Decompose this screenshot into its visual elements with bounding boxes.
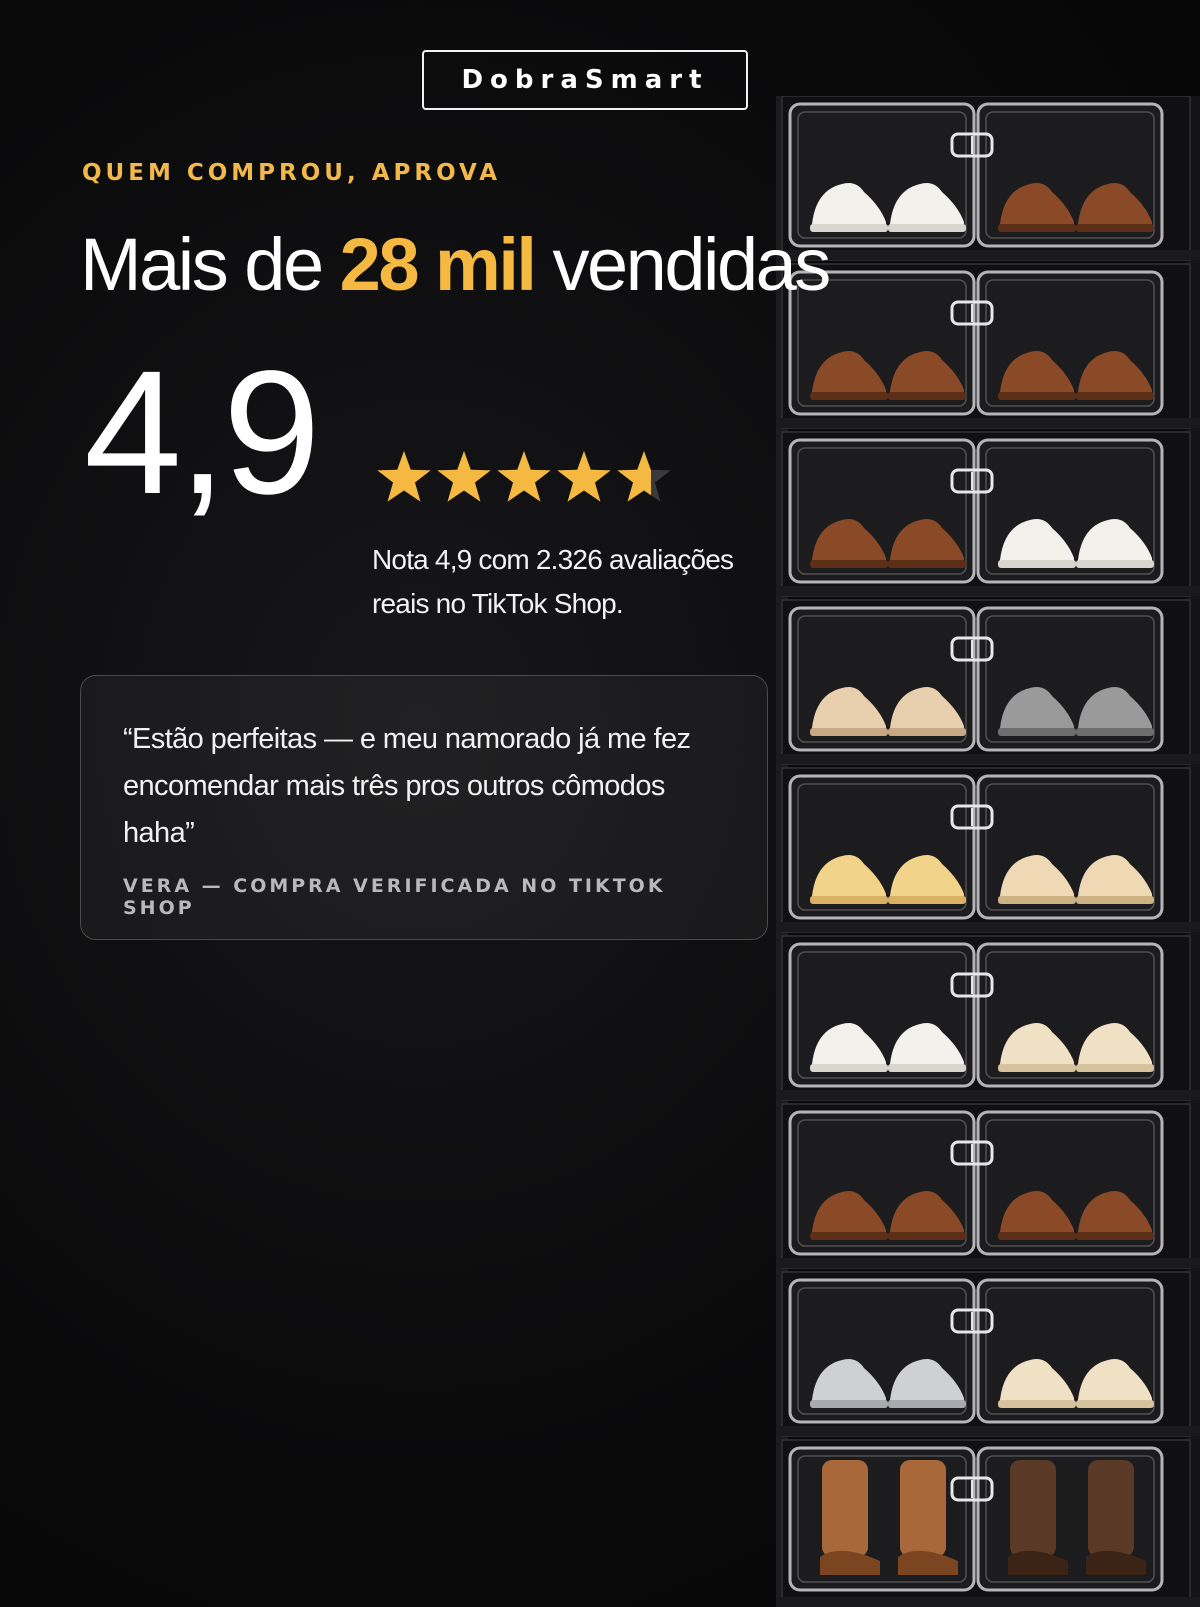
star-icon bbox=[617, 451, 671, 502]
rating-note-line2: reais no TikTok Shop. bbox=[372, 588, 624, 619]
rating-note: Nota 4,9 com 2.326 avaliações reais no T… bbox=[372, 538, 792, 626]
shoe-cabinet-image bbox=[776, 96, 1200, 1607]
rating-value: 4,9 bbox=[84, 335, 321, 531]
cabinet-row bbox=[776, 1103, 1200, 1269]
headline-prefix: Mais de bbox=[80, 223, 324, 306]
headline: Mais de 28 mil vendidas bbox=[80, 222, 832, 307]
star-icon bbox=[557, 451, 611, 502]
rating-stars bbox=[375, 448, 675, 508]
testimonial-quote: “Estão perfeitas — e meu namorado já me … bbox=[123, 723, 691, 849]
star-icon bbox=[437, 451, 491, 502]
headline-highlight: 28 mil bbox=[339, 223, 537, 306]
shoe-cabinet-illustration bbox=[776, 96, 1200, 1607]
testimonial-card: “Estão perfeitas — e meu namorado já me … bbox=[80, 675, 768, 940]
star-icon bbox=[497, 451, 551, 502]
cabinet-row bbox=[776, 599, 1200, 765]
cabinet-row bbox=[776, 1271, 1200, 1437]
brand-logo: DobraSmart bbox=[422, 50, 748, 110]
cabinet-row bbox=[776, 767, 1200, 933]
testimonial-author: VERA — COMPRA VERIFICADA NO TIKTOK SHOP bbox=[123, 875, 666, 919]
cabinet-row bbox=[776, 1439, 1200, 1607]
cabinet-row bbox=[776, 935, 1200, 1101]
star-icon bbox=[377, 451, 431, 502]
cabinet-row bbox=[776, 263, 1200, 429]
headline-suffix: vendidas bbox=[552, 223, 832, 306]
cabinet-row bbox=[776, 431, 1200, 597]
rating-note-line1: Nota 4,9 com 2.326 avaliações bbox=[372, 544, 734, 575]
eyebrow-label: QUEM COMPROU, APROVA bbox=[82, 160, 502, 186]
cabinet-row bbox=[776, 96, 1200, 261]
